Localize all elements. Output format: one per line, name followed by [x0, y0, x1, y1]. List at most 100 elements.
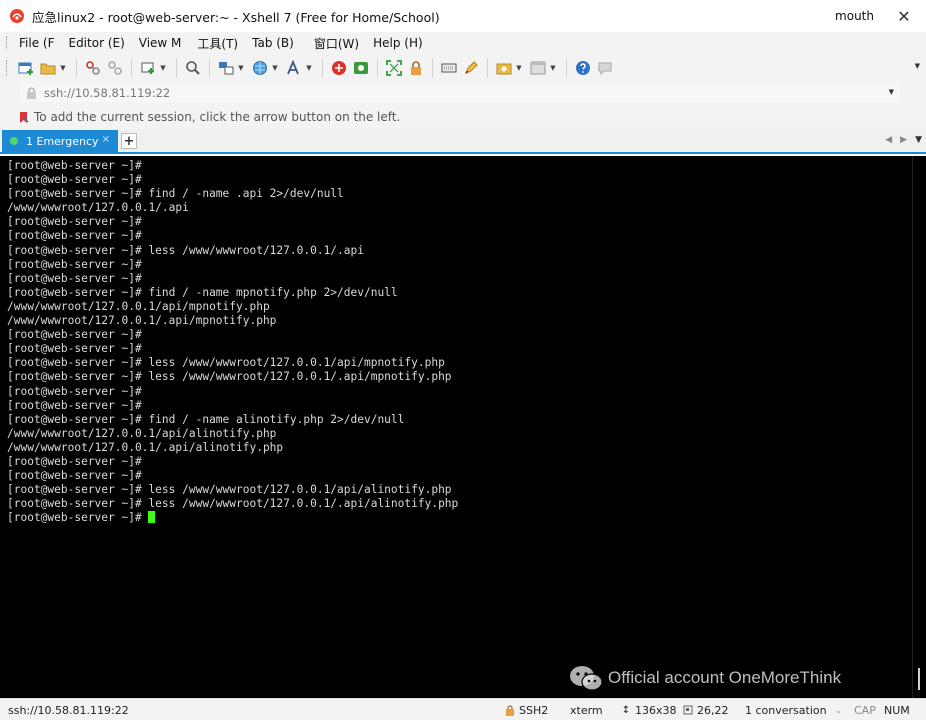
layout-icon	[219, 62, 234, 75]
toolbar-separator	[432, 59, 433, 77]
scrollbar-thumb[interactable]	[918, 668, 920, 690]
status-sessions: 1 conversation ⌄	[745, 699, 848, 720]
layout-dropdown-chevron-icon[interactable]: ▼	[237, 57, 245, 79]
menu-tab[interactable]: Tab (B)	[250, 36, 296, 50]
toolbar-grip[interactable]	[6, 60, 9, 76]
font-icon	[287, 60, 299, 75]
status-position-text: 26,22	[697, 703, 729, 717]
status-bar: ssh://10.58.81.119:22 SSH2 xterm ↕ 136x3…	[0, 698, 926, 720]
status-num-text: NUM	[884, 703, 910, 717]
new-tab-button[interactable]	[137, 57, 159, 79]
menu-edit[interactable]: Editor (E)	[66, 36, 126, 50]
terminal-line: [root@web-server ~]#	[7, 173, 142, 187]
close-tab-icon[interactable]: ×	[102, 134, 110, 145]
status-caps-text: CAP	[854, 703, 876, 717]
terminal-line: /www/wwwroot/127.0.0.1/.api/mpnotify.php	[7, 314, 277, 328]
cursor-position-icon	[682, 704, 694, 716]
connected-status-icon	[10, 137, 18, 145]
tab-session-1[interactable]: 1 Emergency ×	[2, 130, 118, 152]
disconnect-button[interactable]	[104, 57, 126, 79]
keyboard-icon	[441, 63, 457, 73]
terminal-output[interactable]: [root@web-server ~]# [root@web-server ~]#…	[0, 156, 912, 698]
toolbar-overflow-chevron-icon[interactable]: ▼	[915, 62, 920, 70]
layout-button[interactable]	[215, 57, 237, 79]
link-icon	[86, 61, 100, 75]
new-session-button[interactable]	[15, 57, 37, 79]
globe-dropdown-chevron-icon[interactable]: ▼	[271, 57, 279, 79]
font-dropdown-chevron-icon[interactable]: ▼	[305, 57, 313, 79]
font-button[interactable]	[283, 57, 305, 79]
tab-scroll-left-icon[interactable]: ◀	[885, 135, 892, 145]
bookmark-arrow-icon[interactable]	[18, 110, 30, 124]
highlight-button[interactable]	[460, 57, 482, 79]
xftp-icon	[332, 61, 346, 75]
unlink-icon	[108, 61, 122, 75]
terminal-line: [root@web-server ~]#	[7, 257, 142, 271]
panel-icon	[530, 61, 546, 75]
terminal-line: [root@web-server ~]#	[7, 398, 142, 412]
panel-dropdown-chevron-icon[interactable]: ▼	[549, 57, 557, 79]
terminal-line: [root@web-server ~]#	[7, 328, 142, 342]
menu-tools[interactable]: 工具(T)	[195, 35, 240, 52]
menu-bar: File (F Editor (E) View M 工具(T) Tab (B) …	[0, 32, 926, 54]
tab-navigation: ◀ ▶ ▼	[877, 135, 922, 145]
find-button[interactable]	[182, 57, 204, 79]
xmanager-icon	[354, 62, 368, 74]
padlock-icon	[24, 86, 38, 100]
menu-help[interactable]: Help (H)	[371, 36, 425, 50]
menu-window[interactable]: 窗口(W)	[312, 35, 361, 52]
transfer-button[interactable]	[493, 57, 515, 79]
help-button[interactable]	[572, 57, 594, 79]
tab-scroll-right-icon[interactable]: ▶	[900, 135, 907, 145]
address-field[interactable]: ssh://10.58.81.119:22 ▼	[20, 84, 900, 102]
toolbar-separator	[209, 59, 210, 77]
status-connection: ssh://10.58.81.119:22	[8, 699, 129, 720]
add-tab-button[interactable]: +	[121, 133, 137, 149]
pen-icon	[465, 61, 478, 74]
help-icon	[576, 61, 590, 75]
transfer-dropdown-chevron-icon[interactable]: ▼	[515, 57, 523, 79]
toolbar-separator	[322, 59, 323, 77]
menu-grip[interactable]	[6, 36, 9, 50]
terminal-line: [root@web-server ~]# find / -name alinot…	[7, 412, 405, 426]
terminal-line: [root@web-server ~]# less /www/wwwroot/1…	[7, 370, 452, 384]
xftp-button[interactable]	[328, 57, 350, 79]
terminal-prompt-line[interactable]: [root@web-server ~]#	[7, 511, 912, 525]
signed-in-user[interactable]: mouth	[835, 9, 874, 23]
status-size-text: 136x38	[635, 703, 677, 717]
terminal-line: /www/wwwroot/127.0.0.1/api/mpnotify.php	[7, 299, 270, 313]
terminal-line: [root@web-server ~]# less /www/wwwroot/1…	[7, 497, 459, 511]
toolbar-separator	[487, 59, 488, 77]
globe-icon	[253, 61, 267, 75]
terminal-scrollbar[interactable]	[912, 156, 926, 698]
session-hint-text: To add the current session, click the ar…	[34, 110, 401, 124]
open-session-button[interactable]	[37, 57, 59, 79]
open-dropdown-chevron-icon[interactable]: ▼	[59, 57, 67, 79]
sessions-dropdown-chevron-icon[interactable]: ⌄	[833, 704, 845, 716]
lock-button[interactable]	[405, 57, 427, 79]
address-bar: ssh://10.58.81.119:22 ▼	[0, 82, 926, 104]
panel-button[interactable]	[527, 57, 549, 79]
terminal-line: [root@web-server ~]# less /www/wwwroot/1…	[7, 483, 452, 497]
terminal-line: /www/wwwroot/127.0.0.1/api/alinotify.php	[7, 426, 277, 440]
fullscreen-button[interactable]	[383, 57, 405, 79]
terminal-line: [root@web-server ~]#	[7, 469, 142, 483]
menu-view[interactable]: View M	[137, 36, 184, 50]
menu-file[interactable]: File (F	[17, 36, 56, 50]
tab-list-chevron-icon[interactable]: ▼	[915, 135, 922, 145]
status-num: NUM	[884, 699, 910, 720]
xmanager-button[interactable]	[350, 57, 372, 79]
terminal-line: [root@web-server ~]#	[7, 229, 142, 243]
session-hint-bar: To add the current session, click the ar…	[0, 104, 926, 130]
toolbar: ▼ ▼ ▼ ▼ ▼ ▼ ▼ ▼	[0, 54, 926, 82]
address-dropdown-chevron-icon[interactable]: ▼	[889, 88, 894, 96]
session-tab-bar: 1 Emergency × + ◀ ▶ ▼	[0, 130, 926, 154]
new-tab-dropdown-chevron-icon[interactable]: ▼	[159, 57, 167, 79]
keyboard-button[interactable]	[438, 57, 460, 79]
chat-button[interactable]	[594, 57, 616, 79]
close-window-button[interactable]: ✕	[892, 4, 916, 28]
resize-arrows-icon: ↕	[621, 704, 631, 716]
connect-button[interactable]	[82, 57, 104, 79]
globe-button[interactable]	[249, 57, 271, 79]
watermark-text: Official account OneMoreThink	[608, 668, 842, 687]
